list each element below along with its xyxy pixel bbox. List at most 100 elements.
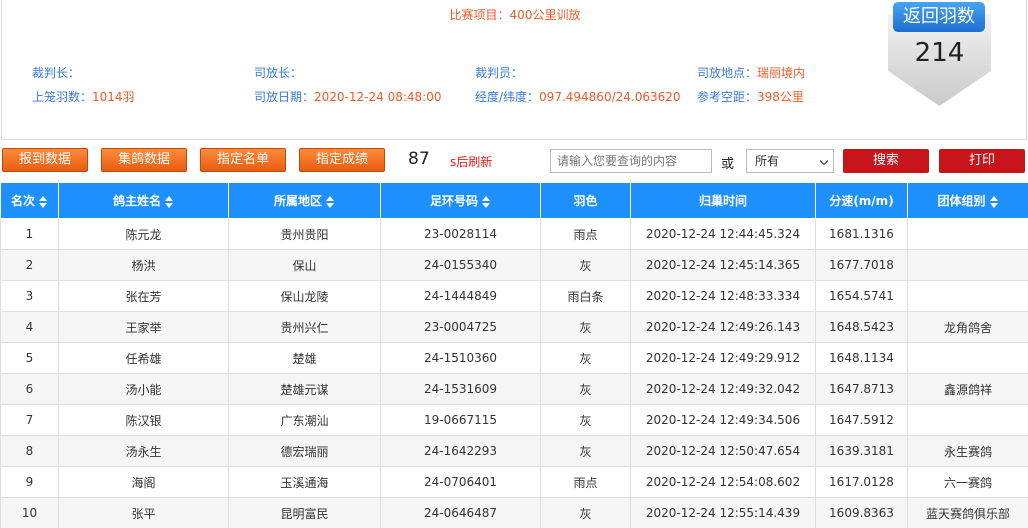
reference-distance: 参考空距：398公里 [697, 90, 804, 104]
speed-cell: 1617.0128 [815, 466, 908, 498]
results-table: 名次 鸽主姓名 所属地区 足环号码 羽色 归巢时间 分速(m/m) 团体组别 1… [0, 182, 1028, 528]
ring-cell: 24-0646487 [380, 497, 541, 528]
rank-cell: 2 [0, 249, 59, 281]
or-label: 或 [721, 157, 735, 172]
sort-icon[interactable] [989, 195, 999, 208]
rank-cell: 1 [0, 218, 59, 250]
color-cell: 灰 [540, 435, 631, 467]
group-cell: 蓝天赛鸽俱乐部 [907, 497, 1028, 528]
table-row: 5 任希雄 楚雄 24-1510360 灰 2020-12-24 12:49:2… [0, 342, 1028, 374]
group-cell: 六一赛鸽 [907, 466, 1028, 498]
color-cell: 雨白条 [540, 280, 631, 312]
arrival-cell: 2020-12-24 12:48:33.334 [630, 280, 816, 312]
region-cell: 保山龙陵 [228, 280, 381, 312]
group-cell [907, 404, 1028, 436]
ring-cell: 23-0004725 [380, 311, 541, 343]
owner-cell: 汤永生 [58, 435, 229, 467]
table-row: 10 张平 昆明富民 24-0646487 灰 2020-12-24 12:55… [0, 497, 1028, 528]
ring-cell: 24-1642293 [380, 435, 541, 467]
color-cell: 灰 [540, 342, 631, 374]
group-cell: 龙角鸽舍 [907, 311, 1028, 343]
race-item: 比赛项目：400公里训放 [449, 8, 581, 22]
group-cell: 永生赛鸽 [907, 435, 1028, 467]
column-ring[interactable]: 足环号码 [380, 182, 541, 219]
sort-icon[interactable] [326, 195, 335, 208]
column-group[interactable]: 团体组别 [907, 182, 1028, 219]
arrival-cell: 2020-12-24 12:49:29.912 [630, 342, 816, 374]
group-cell: 鑫源鸽祥 [907, 373, 1028, 405]
collection-data-button[interactable]: 集鸽数据 [101, 148, 187, 172]
arrival-cell: 2020-12-24 12:54:08.602 [630, 466, 816, 498]
arrival-cell: 2020-12-24 12:49:32.042 [630, 373, 816, 405]
region-cell: 贵州兴仁 [228, 311, 381, 343]
color-cell: 灰 [540, 311, 631, 343]
chief-judge: 裁判长： [32, 66, 81, 80]
region-cell: 广东潮汕 [228, 404, 381, 436]
ring-cell: 24-0706401 [380, 466, 541, 498]
release-director: 司放长： [254, 66, 303, 80]
group-cell [907, 218, 1028, 250]
caged-count: 上笼羽数：1014羽 [32, 90, 135, 104]
table-row: 2 杨洪 保山 24-0155340 灰 2020-12-24 12:45:14… [0, 249, 1028, 281]
color-cell: 雨点 [540, 466, 631, 498]
column-color: 羽色 [540, 182, 631, 219]
column-arrival: 归巢时间 [630, 182, 816, 219]
column-region[interactable]: 所属地区 [228, 182, 381, 219]
chevron-down-icon [819, 156, 829, 166]
speed-cell: 1639.3181 [815, 435, 908, 467]
column-speed: 分速(m/m) [815, 182, 908, 219]
owner-cell: 任希雄 [58, 342, 229, 374]
search-button[interactable]: 搜索 [843, 149, 929, 173]
filter-select[interactable]: 所有 [746, 149, 834, 173]
speed-cell: 1648.1134 [815, 342, 908, 374]
ring-cell: 24-0155340 [380, 249, 541, 281]
arrival-cell: 2020-12-24 12:44:45.324 [630, 218, 816, 250]
coordinates: 经度/纬度：097.494860/24.063620 [475, 90, 681, 104]
owner-cell: 杨洪 [58, 249, 229, 281]
returned-count: 214 [914, 38, 965, 68]
race-info-panel: 比赛项目：400公里训放 裁判长： 司放长： 裁判员： 司放地点：瑞丽境内 上笼… [1, 0, 1027, 140]
sort-icon[interactable] [165, 195, 174, 208]
designated-list-button[interactable]: 指定名单 [200, 148, 286, 172]
ring-cell: 19-0667115 [380, 404, 541, 436]
region-cell: 楚雄 [228, 342, 381, 374]
rank-cell: 8 [0, 435, 59, 467]
column-owner[interactable]: 鸽主姓名 [58, 182, 229, 219]
rank-cell: 9 [0, 466, 59, 498]
arrival-cell: 2020-12-24 12:49:34.506 [630, 404, 816, 436]
speed-cell: 1648.5423 [815, 311, 908, 343]
release-place: 司放地点：瑞丽境内 [697, 66, 806, 80]
report-data-button[interactable]: 报到数据 [2, 148, 88, 172]
owner-cell: 陈元龙 [58, 218, 229, 250]
sort-icon[interactable] [482, 195, 491, 208]
rank-cell: 4 [0, 311, 59, 343]
speed-cell: 1654.5741 [815, 280, 908, 312]
rank-cell: 6 [0, 373, 59, 405]
refresh-countdown: 87 [408, 149, 430, 169]
group-cell [907, 249, 1028, 281]
rank-cell: 7 [0, 404, 59, 436]
sort-icon[interactable] [39, 195, 48, 208]
designated-results-button[interactable]: 指定成绩 [299, 148, 385, 172]
table-row: 6 汤小能 楚雄元谋 24-1531609 灰 2020-12-24 12:49… [0, 373, 1028, 405]
arrival-cell: 2020-12-24 12:50:47.654 [630, 435, 816, 467]
table-header-row: 名次 鸽主姓名 所属地区 足环号码 羽色 归巢时间 分速(m/m) 团体组别 [0, 182, 1028, 219]
rank-cell: 3 [0, 280, 59, 312]
region-cell: 楚雄元谋 [228, 373, 381, 405]
color-cell: 灰 [540, 249, 631, 281]
region-cell: 德宏瑞丽 [228, 435, 381, 467]
badge-title: 返回羽数 [893, 2, 985, 32]
print-button[interactable]: 打印 [939, 149, 1025, 173]
column-rank[interactable]: 名次 [0, 182, 59, 219]
ring-cell: 24-1510360 [380, 342, 541, 374]
arrival-cell: 2020-12-24 12:45:14.365 [630, 249, 816, 281]
owner-cell: 海阁 [58, 466, 229, 498]
toolbar: 报到数据 集鸽数据 指定名单 指定成绩 87 s后刷新 或 所有 搜索 打印 [0, 148, 1028, 176]
speed-cell: 1677.7018 [815, 249, 908, 281]
filter-value: 所有 [755, 154, 780, 168]
referee: 裁判员： [475, 66, 524, 80]
table-row: 4 王家举 贵州兴仁 23-0004725 灰 2020-12-24 12:49… [0, 311, 1028, 343]
ring-cell: 23-0028114 [380, 218, 541, 250]
speed-cell: 1647.5912 [815, 404, 908, 436]
search-input[interactable] [550, 149, 712, 173]
